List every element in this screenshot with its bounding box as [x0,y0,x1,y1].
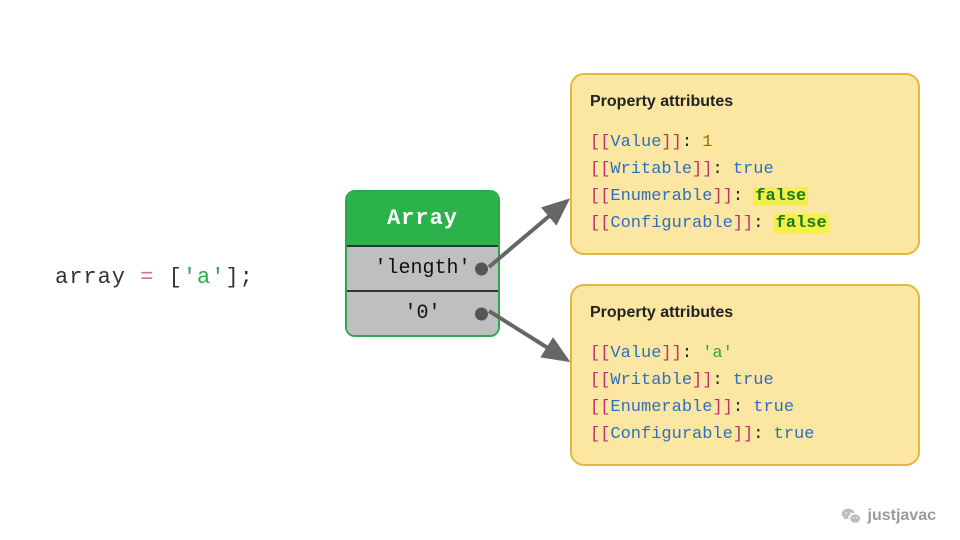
code-expression: array = ['a']; [55,265,254,290]
arrow-index0-to-card [489,311,567,360]
array-cell-index0: '0' [347,290,498,335]
array-cell-label: 'length' [374,257,470,280]
watermark-text: justjavac [868,507,936,525]
watermark: justjavac [840,506,936,526]
attr-line: [[Configurable]]: true [590,421,900,448]
code-semicolon: ; [240,265,254,290]
attr-line: [[Value]]: 1 [590,129,900,156]
property-attributes-card-bottom: Property attributes [[Value]]: 'a' [[Wri… [570,284,920,466]
code-identifier: array [55,265,126,290]
property-attributes-card-top: Property attributes [[Value]]: 1 [[Writa… [570,73,920,255]
wechat-icon [840,506,862,526]
attr-line: [[Writable]]: true [590,156,900,183]
array-header: Array [347,192,498,245]
pointer-dot [475,262,488,275]
code-close-bracket: ] [225,265,239,290]
array-object-box: Array 'length' '0' [345,190,500,337]
code-equals: = [140,265,154,290]
card-title: Property attributes [590,89,900,115]
attr-line: [[Enumerable]]: true [590,394,900,421]
attr-line: [[Value]]: 'a' [590,340,900,367]
attr-line: [[Configurable]]: false [590,210,900,237]
array-cell-label: '0' [404,302,440,325]
attr-line: [[Enumerable]]: false [590,183,900,210]
arrow-length-to-card [489,201,567,267]
attr-line: [[Writable]]: true [590,367,900,394]
card-title: Property attributes [590,300,900,326]
code-string-literal: 'a' [183,265,226,290]
code-open-bracket: [ [169,265,183,290]
array-cell-length: 'length' [347,245,498,290]
pointer-dot [475,307,488,320]
